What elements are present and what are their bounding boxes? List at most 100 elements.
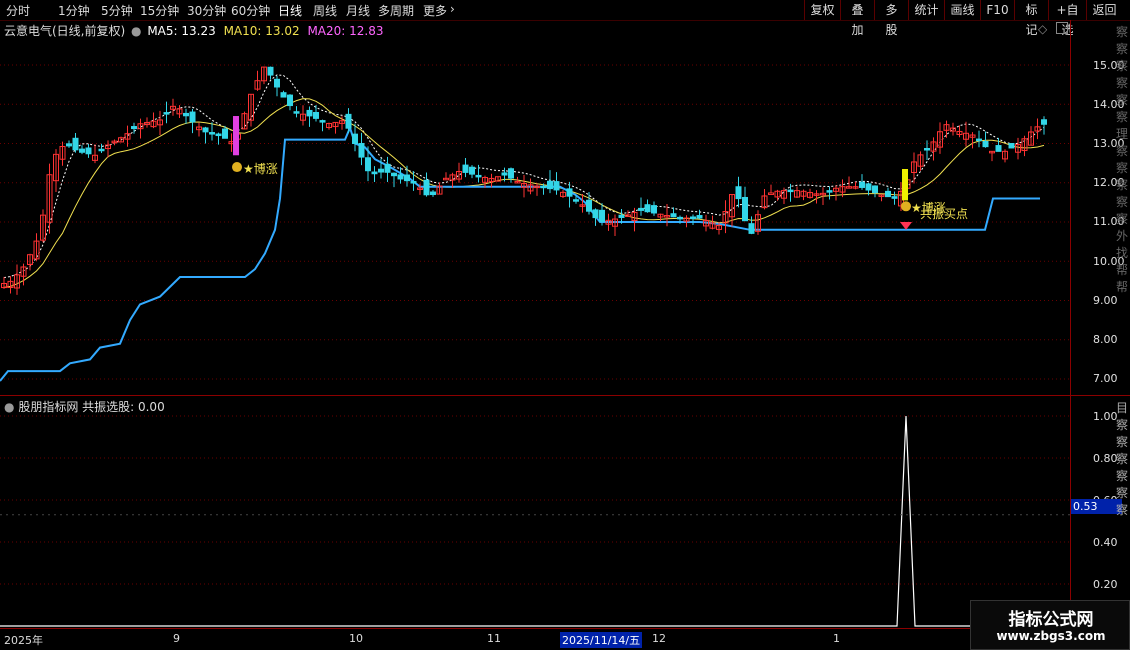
candle-body bbox=[696, 215, 703, 219]
candle-body bbox=[547, 180, 553, 190]
candle-body bbox=[891, 196, 898, 199]
tab-multi-period[interactable]: 多周期 bbox=[378, 2, 414, 19]
candle-body bbox=[365, 157, 371, 172]
chevron-right-icon[interactable]: › bbox=[450, 2, 455, 16]
candle-body bbox=[72, 137, 79, 151]
candle-body bbox=[287, 94, 293, 107]
value-label: 0.80 bbox=[1093, 452, 1118, 465]
candle-body bbox=[358, 143, 365, 158]
highlight-candle bbox=[902, 169, 908, 201]
candle-body bbox=[768, 192, 774, 195]
date-label: 9 bbox=[173, 632, 180, 645]
tab-daily[interactable]: 日线 bbox=[278, 2, 302, 19]
value-label: 0.40 bbox=[1093, 536, 1118, 549]
date-label: 10 bbox=[349, 632, 363, 645]
tab-1min[interactable]: 1分钟 bbox=[58, 2, 90, 19]
candle-body bbox=[982, 140, 989, 148]
candle-body bbox=[573, 199, 579, 202]
candle-body bbox=[189, 111, 196, 123]
candle-body bbox=[397, 174, 404, 180]
period-toolbar: 分时 1分钟 5分钟 15分钟 30分钟 60分钟 日线 周线 月线 多周期 更… bbox=[0, 0, 1130, 37]
candle-body bbox=[293, 111, 300, 114]
site-watermark: 指标公式网 www.zbgs3.com bbox=[970, 600, 1130, 650]
draw-line-button[interactable]: 画线 bbox=[944, 0, 980, 20]
candle-body bbox=[378, 168, 384, 173]
candle-body bbox=[345, 113, 352, 129]
tab-15min[interactable]: 15分钟 bbox=[140, 2, 179, 19]
candle-body bbox=[670, 213, 677, 218]
date-label: 1 bbox=[833, 632, 840, 645]
candle-body bbox=[592, 209, 599, 219]
date-label: 12 bbox=[652, 632, 666, 645]
candle-body bbox=[644, 204, 651, 213]
candle-body bbox=[215, 133, 222, 137]
date-label: 2025年 bbox=[4, 634, 43, 647]
highlight-candle bbox=[233, 116, 239, 156]
candle-body bbox=[66, 143, 72, 147]
side-panel-strip: 察察察察察察理察察察察察外找帮帮 bbox=[1116, 25, 1129, 294]
candle-body bbox=[131, 126, 137, 130]
money-bag-icon bbox=[901, 201, 911, 212]
tab-more[interactable]: 更多 bbox=[423, 2, 447, 19]
candle-body bbox=[319, 120, 326, 123]
candle-body bbox=[202, 127, 209, 133]
tab-5min[interactable]: 5分钟 bbox=[101, 2, 133, 19]
resonance-signal-line bbox=[0, 415, 1070, 627]
overlay-button[interactable]: 叠加 bbox=[840, 0, 874, 37]
tab-fenshi[interactable]: 分时 bbox=[6, 2, 30, 19]
candle-body bbox=[274, 78, 280, 88]
candle-body bbox=[787, 189, 794, 193]
candle-body bbox=[313, 111, 319, 119]
price-label: 8.00 bbox=[1093, 333, 1118, 346]
candle-body bbox=[423, 179, 430, 196]
support-line bbox=[0, 124, 1040, 382]
money-bag-icon bbox=[232, 162, 242, 173]
candle-body bbox=[475, 174, 482, 178]
tab-60min[interactable]: 60分钟 bbox=[231, 2, 270, 19]
candle-body bbox=[735, 186, 742, 200]
candlestick-chart bbox=[0, 64, 1070, 382]
candle-body bbox=[677, 216, 683, 220]
candle-body bbox=[995, 145, 1002, 152]
candle-body bbox=[209, 132, 215, 135]
candle-body bbox=[391, 172, 397, 177]
multi-stock-button[interactable]: 多股 bbox=[874, 0, 908, 37]
candle-body bbox=[371, 171, 378, 175]
candle-body bbox=[79, 148, 85, 153]
adjust-button[interactable]: 复权 bbox=[804, 0, 840, 20]
candle-body bbox=[885, 190, 891, 198]
buy-diamond-icon bbox=[900, 222, 912, 230]
back-button[interactable]: 返回 bbox=[1086, 0, 1122, 20]
signal-label-bozhang: ★博涨 bbox=[243, 162, 278, 176]
candle-body bbox=[586, 199, 592, 212]
candle-body bbox=[826, 190, 833, 193]
f10-button[interactable]: F10 bbox=[980, 0, 1014, 20]
indicator-chart bbox=[0, 415, 1070, 627]
mark-button[interactable]: 标记 bbox=[1014, 0, 1048, 37]
candle-body bbox=[222, 128, 228, 139]
candle-body bbox=[638, 207, 644, 211]
tab-30min[interactable]: 30分钟 bbox=[187, 2, 226, 19]
value-label: 1.00 bbox=[1093, 410, 1118, 423]
candle-body bbox=[865, 183, 872, 191]
candle-body bbox=[430, 191, 436, 196]
candle-body bbox=[1008, 143, 1015, 149]
candle-body bbox=[508, 168, 514, 179]
candle-body bbox=[553, 181, 560, 191]
candle-body bbox=[566, 188, 573, 197]
cursor-date-badge: 2025/11/14/五 bbox=[560, 632, 643, 648]
candle-body bbox=[410, 181, 417, 184]
sub-side-strip: 目察察察察察察 bbox=[1116, 401, 1129, 517]
candle-body bbox=[163, 112, 170, 115]
candle-body bbox=[183, 112, 189, 117]
tab-weekly[interactable]: 周线 bbox=[313, 2, 337, 19]
add-watchlist-button[interactable]: +自选 bbox=[1048, 0, 1086, 37]
date-label: 11 bbox=[487, 632, 501, 645]
candle-body bbox=[599, 209, 605, 223]
candle-body bbox=[462, 164, 469, 173]
value-label: 0.20 bbox=[1093, 578, 1118, 591]
candle-body bbox=[859, 181, 865, 188]
tab-monthly[interactable]: 月线 bbox=[346, 2, 370, 19]
candle-body bbox=[267, 66, 274, 76]
stats-button[interactable]: 统计 bbox=[908, 0, 944, 20]
